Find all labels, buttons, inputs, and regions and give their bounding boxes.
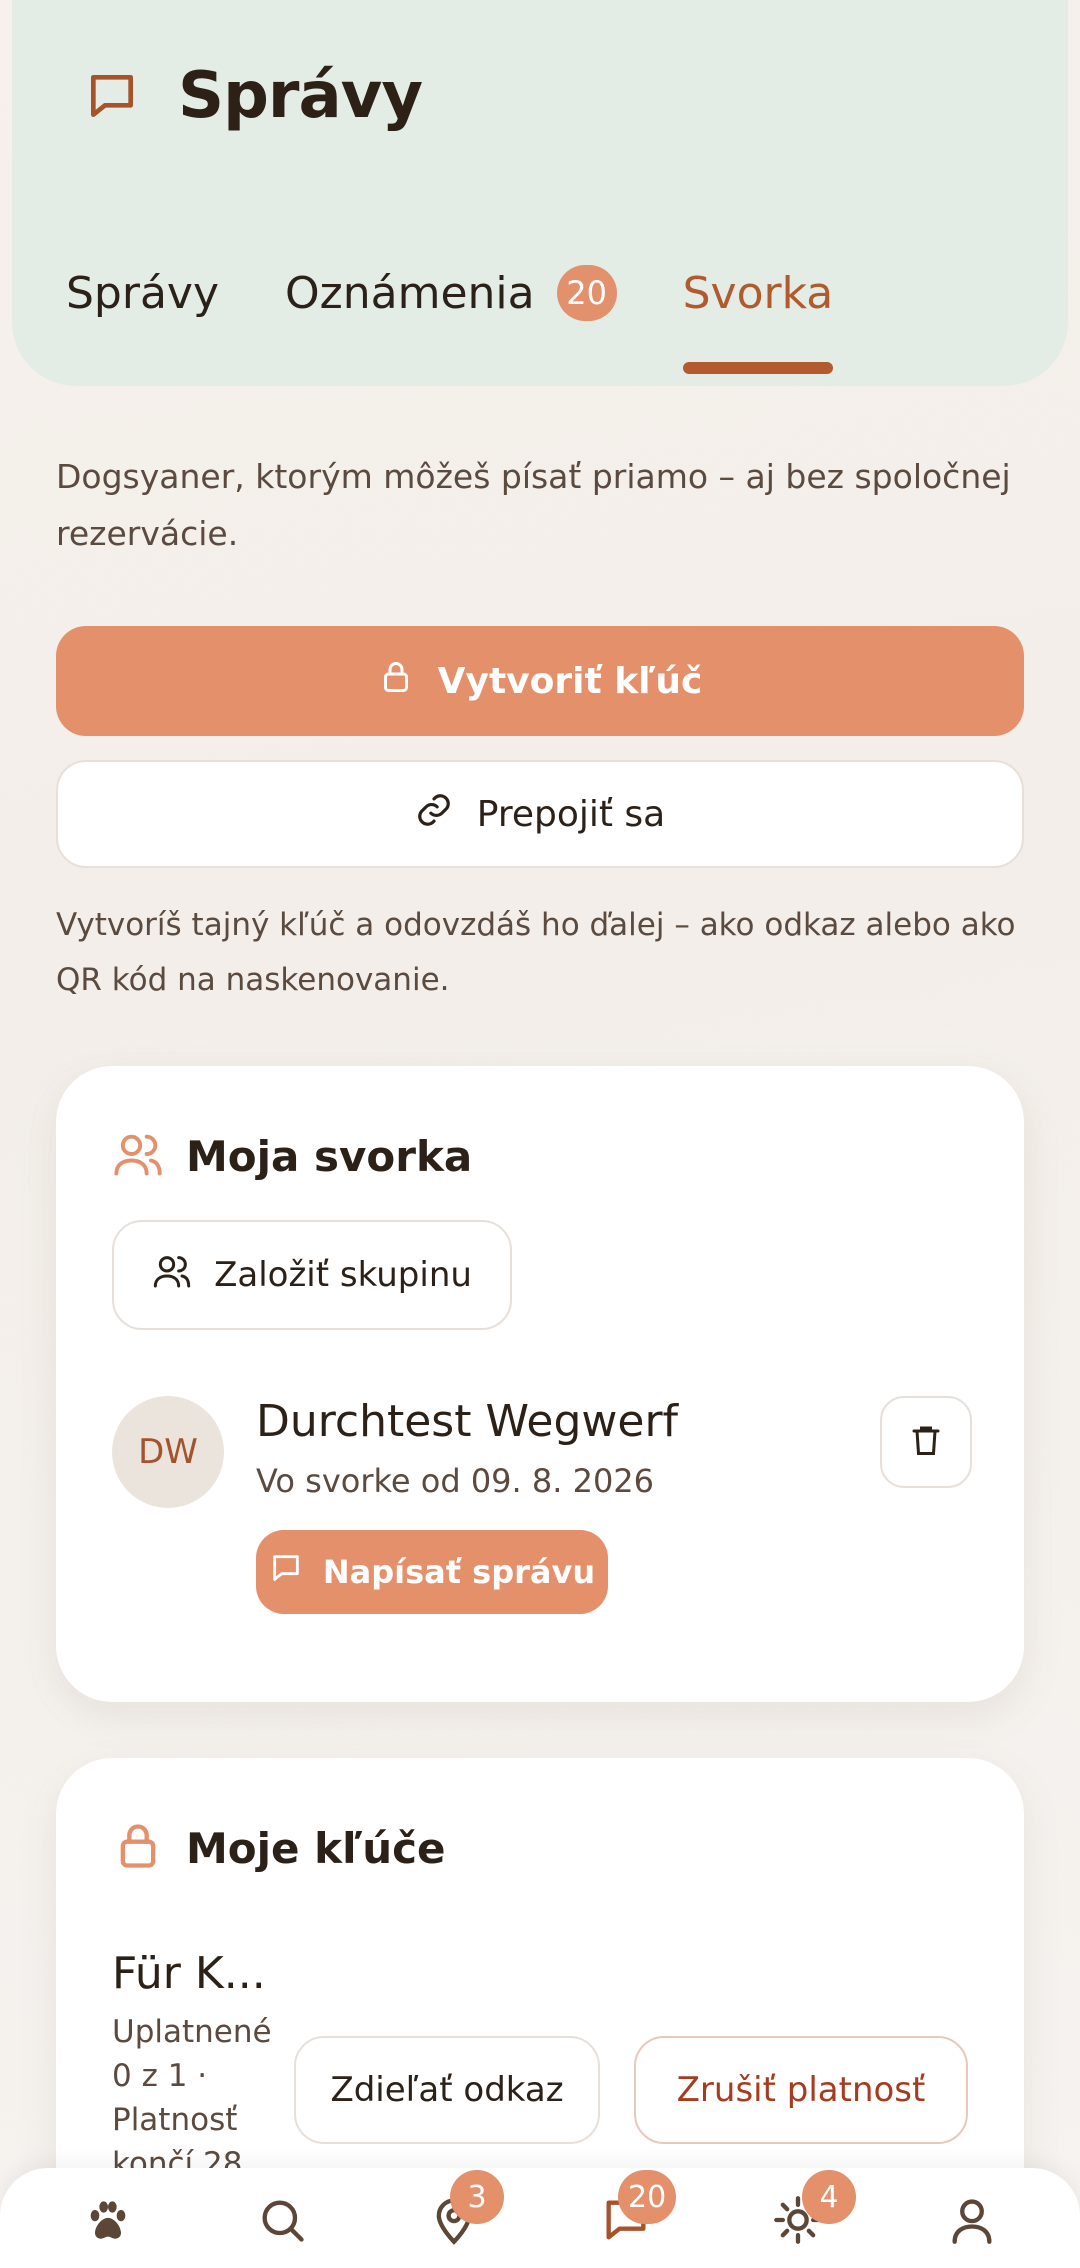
bottom-nav: 3 20 4 [0, 2168, 1080, 2268]
search-icon [256, 2194, 308, 2250]
avatar: DW [112, 1396, 224, 1508]
tab-svorka[interactable]: Svorka [682, 258, 834, 374]
link-icon [415, 791, 477, 838]
nav-places[interactable]: 3 [424, 2170, 504, 2252]
lock-icon [112, 1820, 164, 1876]
create-key-button[interactable]: Vytvoriť kľúč [56, 626, 1024, 736]
create-key-label: Vytvoriť kľúč [437, 660, 703, 702]
group-icon [152, 1251, 214, 1300]
hint-text: Vytvoríš tajný kľúč a odovzdáš ho ďalej … [56, 907, 1016, 998]
member-name: Durchtest Wegwerf [256, 1396, 679, 1447]
share-link-button[interactable]: Zdieľať odkaz [294, 2036, 600, 2144]
profile-icon [946, 2194, 998, 2250]
tab-spravy[interactable]: Správy [66, 258, 219, 328]
keys-card-title: Moje kľúče [186, 1823, 446, 1873]
keys-card-header: Moje kľúče [112, 1820, 446, 1876]
group-icon [112, 1128, 164, 1184]
nav-profile[interactable] [942, 2192, 1002, 2252]
page-title: Správy [178, 59, 423, 133]
member-since: Vo svorke od 09. 8. 2026 [256, 1462, 655, 1500]
header-title-row: Správy [74, 58, 423, 134]
key-name: Für K... [112, 1948, 266, 1999]
intro-text: Dogsyaner, ktorým môžeš písať priamo – a… [56, 457, 1011, 553]
chat-icon [74, 58, 150, 134]
paw-icon [82, 2194, 134, 2250]
nav-search[interactable] [252, 2192, 312, 2252]
connect-label: Prepojiť sa [476, 793, 666, 835]
nav-badge: 3 [450, 2170, 504, 2224]
lock-icon [378, 659, 438, 704]
nav-badge: 20 [618, 2170, 677, 2224]
connect-button[interactable]: Prepojiť sa [56, 760, 1024, 868]
nav-messages[interactable]: 20 [596, 2170, 677, 2252]
key-meta: Uplatnené 0 z 1 · Platnosť končí 28. [112, 2014, 272, 2182]
create-group-button[interactable]: Založiť skupinu [112, 1220, 512, 1330]
tab-oznamenia[interactable]: Oznámenia 20 [285, 258, 617, 328]
tab-label: Svorka [682, 267, 834, 319]
nav-activity[interactable]: 4 [768, 2170, 856, 2252]
trash-icon [908, 1422, 944, 1462]
tab-label: Oznámenia [285, 267, 535, 319]
delete-member-button[interactable] [880, 1396, 972, 1488]
write-message-label: Napísať správu [322, 1553, 596, 1591]
pack-card-header: Moja svorka [112, 1128, 472, 1184]
create-group-label: Založiť skupinu [214, 1255, 472, 1295]
tab-label: Správy [66, 267, 219, 319]
write-message-button[interactable]: Napísať správu [256, 1530, 608, 1614]
pack-card-title: Moja svorka [186, 1131, 473, 1181]
pack-card: Moja svorka Založiť skupinu DW Durchtest… [56, 1066, 1024, 1702]
pack-member: DW Durchtest Wegwerf Vo svorke od 09. 8.… [112, 1396, 972, 1636]
chat-icon [269, 1551, 323, 1593]
nav-home[interactable] [78, 2192, 138, 2252]
nav-badge: 4 [802, 2170, 856, 2224]
tab-bar: Správy Oznámenia 20 Svorka [66, 258, 834, 374]
header: Správy Správy Oznámenia 20 Svorka [12, 0, 1068, 386]
revoke-key-button[interactable]: Zrušiť platnosť [634, 2036, 968, 2144]
notification-badge: 20 [556, 265, 617, 321]
